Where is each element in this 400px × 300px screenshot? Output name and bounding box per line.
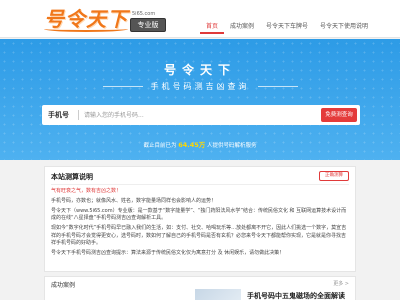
nav-item-guide[interactable]: 号令天下使用说明	[314, 20, 374, 34]
intro-title: 本站测算说明	[51, 173, 93, 181]
hero-subtitle-text: 手机号码测吉凶查询	[150, 82, 250, 91]
phone-number-input[interactable]	[84, 108, 274, 122]
logo[interactable]: 号令天下 5i65.com 专业版	[44, 6, 168, 34]
search-divider	[78, 110, 79, 120]
header: 号令天下 5i65.com 专业版 首页 成功案例 号令天下车牌号 号令天下使用…	[0, 0, 400, 38]
stats-prefix: 截止目前已为	[143, 143, 177, 149]
cases-card: 成功案例 更多 > 手机号码中五鬼磁场的全面解读	[44, 276, 356, 300]
hero-title: 号令天下	[163, 63, 236, 77]
search-bar: 手机号 免费测查询	[42, 105, 360, 125]
logo-swoosh	[44, 26, 128, 32]
intro-paragraph: 号令天下手机号码测吉凶查询提示：算法来源于传统民俗文化仅为寓意打分 及 休闲娱乐…	[51, 249, 285, 256]
hero-banner: 号令天下 手机号码测吉凶查询 手机号 免费测查询 截止目前已为 64.45万 人…	[0, 39, 400, 160]
nav-item-plate[interactable]: 号令天下车牌号	[260, 20, 314, 34]
logo-domain: 5i65.com	[132, 11, 156, 17]
main-nav: 首页 成功案例 号令天下车牌号 号令天下使用说明	[200, 20, 374, 34]
search-label: 手机号	[48, 111, 69, 119]
intro-paragraph: 现如今“数字化时代”手机号码早已融入我们的生活，如：支付、社交、哈喝玩乐等…放处…	[51, 225, 347, 246]
service-stats: 截止目前已为 64.45万 人提供号码解析服务	[0, 139, 400, 149]
intro-paragraph: 手机号码，亦数也；就像风水、姓名，数字能量场同样也会影响人的运势！	[51, 197, 217, 204]
case-headline[interactable]: 手机号码中五鬼磁场的全面解读	[247, 291, 345, 300]
intro-card: 本站测算说明 正确测算 气有旺衰之气，数有吉凶之数！ 手机号码，亦数也；就像风水…	[44, 166, 356, 272]
stats-suffix: 人提供号码解析服务	[207, 143, 257, 149]
nav-item-home[interactable]: 首页	[200, 20, 225, 34]
stats-count: 64.45万	[178, 141, 206, 149]
logo-badge: 专业版	[130, 18, 166, 32]
nav-item-cases[interactable]: 成功案例	[224, 20, 260, 34]
cases-title: 成功案例	[51, 282, 76, 289]
cases-more-link[interactable]: 更多 >	[333, 280, 349, 287]
hero-subtitle: 手机号码测吉凶查询	[0, 81, 400, 92]
search-button[interactable]: 免费测查询	[321, 108, 357, 122]
divider	[51, 184, 349, 185]
intro-body: 气有旺衰之气，数有吉凶之数！ 手机号码，亦数也；就像风水、姓名，数字能量场同样也…	[51, 188, 349, 260]
intro-paragraph: 号令天下（www.5i65.com）专业版：是一款基于“数字能量学”、“独门药阳…	[51, 207, 347, 222]
correct-test-button[interactable]: 正确测算	[319, 171, 349, 181]
intro-paragraph: 气有旺衰之气，数有吉凶之数！	[51, 188, 122, 194]
case-thumbnail[interactable]	[195, 289, 241, 300]
